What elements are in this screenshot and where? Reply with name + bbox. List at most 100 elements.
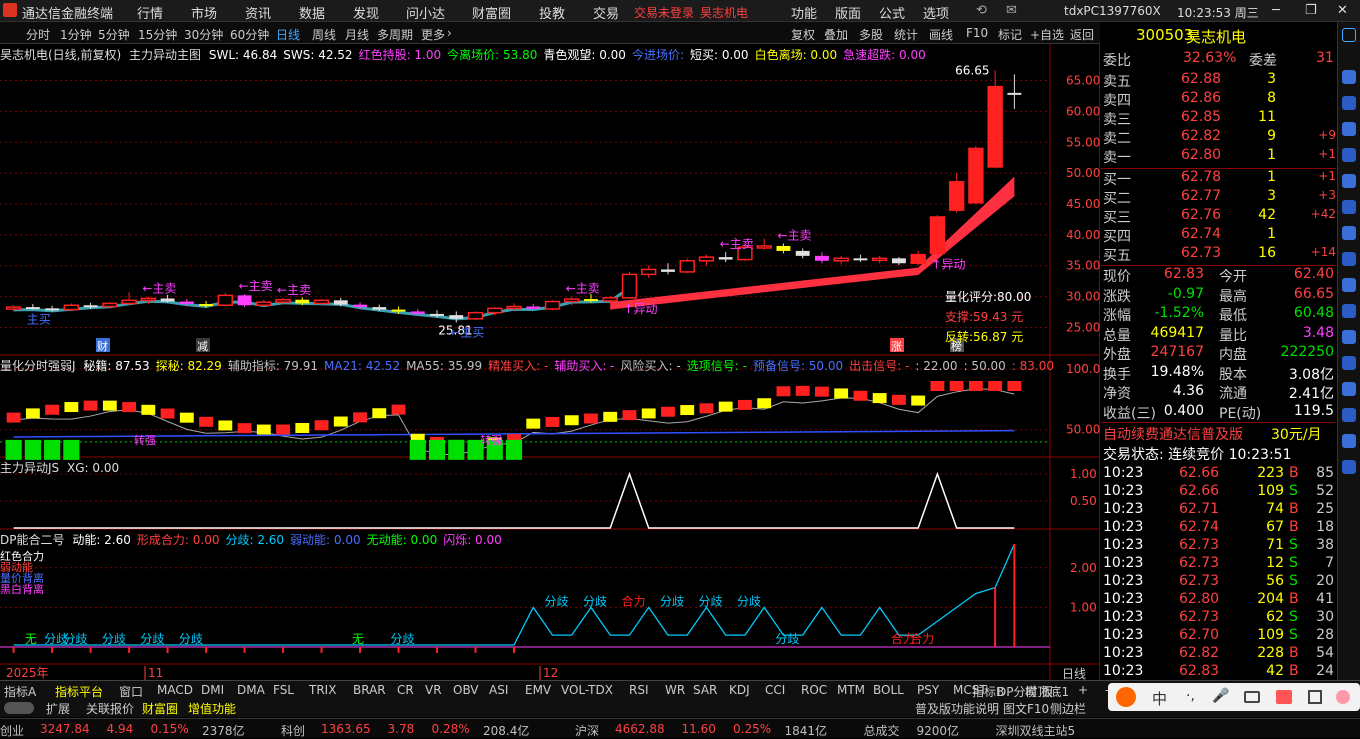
indicator-tab[interactable]: ASI xyxy=(489,683,508,697)
indicator-tab[interactable]: 窗口 xyxy=(119,683,143,700)
period-daily[interactable]: 日线 xyxy=(276,26,300,43)
sidebar-chart-icon[interactable] xyxy=(1342,122,1356,136)
ad-row[interactable]: 自动续费通达信普及版 30元/月 xyxy=(1101,424,1336,443)
menu-toujiao[interactable]: 投教 xyxy=(539,3,565,22)
menu-gongneng[interactable]: 功能 xyxy=(791,3,817,22)
minimize-icon[interactable]: ─ xyxy=(1272,3,1280,18)
indicator-tab[interactable]: 指标A xyxy=(4,683,36,700)
indicator-tab[interactable]: EMV xyxy=(525,683,551,697)
indicator-tab[interactable]: CR xyxy=(397,683,414,697)
bid-row[interactable]: 买一 62.78 1 +1 xyxy=(1101,169,1336,188)
ext-help[interactable]: 普及版功能说明 xyxy=(915,700,999,717)
ext-expand[interactable]: 扩展 xyxy=(46,700,70,717)
ime-mic-icon[interactable]: 🎤 xyxy=(1212,688,1229,704)
ime-hand-icon[interactable] xyxy=(1336,690,1350,704)
toggle-switch[interactable] xyxy=(4,702,34,714)
indicator-tab[interactable]: TRIX xyxy=(309,683,336,697)
bid-row[interactable]: 买四 62.74 1 xyxy=(1101,226,1336,245)
menu-banmian[interactable]: 版面 xyxy=(835,3,861,22)
indicator-tab[interactable]: FSL xyxy=(273,683,294,697)
menu-caifuquan[interactable]: 财富圈 xyxy=(472,3,511,22)
bid-row[interactable]: 买二 62.77 3 +3 xyxy=(1101,188,1336,207)
menu-hangqing[interactable]: 行情 xyxy=(137,3,163,22)
sidebar-calc-icon[interactable] xyxy=(1342,226,1356,240)
ext-f10[interactable]: 图文F10 xyxy=(1003,700,1049,717)
sidebar-line-icon[interactable] xyxy=(1342,330,1356,344)
ime-punct[interactable]: ·, xyxy=(1186,688,1195,704)
menu-wenxiaoda[interactable]: 问小达 xyxy=(406,3,445,22)
bid-row[interactable]: 买五 62.73 16 +14 xyxy=(1101,245,1336,264)
sidebar-grid-icon[interactable] xyxy=(1342,70,1356,84)
ime-keyboard-icon[interactable] xyxy=(1244,691,1260,703)
template-tab[interactable]: 指标B xyxy=(972,683,1004,700)
sidebar-news-icon[interactable] xyxy=(1342,174,1356,188)
ime-grid-icon[interactable] xyxy=(1308,690,1322,704)
indicator-tab[interactable]: RSI xyxy=(629,683,649,697)
menu-xuanxiang[interactable]: 选项 xyxy=(923,3,949,22)
indicator-tab[interactable]: BOLL xyxy=(873,683,904,697)
ext-sidebar[interactable]: 侧边栏 xyxy=(1050,700,1086,717)
indicator-tab[interactable]: ROC xyxy=(801,683,827,697)
period-5min[interactable]: 5分钟 xyxy=(98,26,130,43)
menu-zixun[interactable]: 资讯 xyxy=(245,3,271,22)
sidebar-copy-icon[interactable] xyxy=(1342,460,1356,474)
period-30min[interactable]: 30分钟 xyxy=(184,26,223,43)
indicator-tab[interactable]: 指标平台 xyxy=(55,683,103,700)
bid-row[interactable]: 买三 62.76 42 +42 xyxy=(1101,207,1336,226)
menu-shuju[interactable]: 数据 xyxy=(299,3,325,22)
sidebar-bar-icon[interactable] xyxy=(1342,304,1356,318)
chart-area[interactable]: 65.00 60.00 55.00 50.00 45.00 40.00 35.00 30.00… xyxy=(0,44,1100,684)
ask-row[interactable]: 卖四 62.86 8 xyxy=(1101,90,1336,109)
btn-tongji[interactable]: 统计 xyxy=(894,26,918,43)
menu-gongshi[interactable]: 公式 xyxy=(879,3,905,22)
indicator-tab[interactable]: MACD xyxy=(157,683,193,697)
ext-related-quote[interactable]: 关联报价 xyxy=(86,700,134,717)
indicator-tab[interactable]: BRAR xyxy=(353,683,386,697)
template-tab[interactable]: 模 板 xyxy=(1025,683,1053,700)
template-tab[interactable]: + xyxy=(1078,683,1088,697)
sidebar-chart2-icon[interactable] xyxy=(1342,252,1356,266)
indicator-tab[interactable]: DMI xyxy=(201,683,224,697)
sidebar-move-icon[interactable] xyxy=(1342,434,1356,448)
period-multi[interactable]: 多周期 xyxy=(377,26,413,43)
more-chevron-icon[interactable]: › xyxy=(447,26,452,40)
btn-fuquan[interactable]: 复权 xyxy=(791,26,815,43)
ext-value-added[interactable]: 增值功能 xyxy=(188,700,236,717)
trade-login-notice[interactable]: 交易未登录 xyxy=(634,4,694,21)
close-icon[interactable]: ✕ xyxy=(1337,3,1348,18)
indicator-tab[interactable]: VR xyxy=(425,683,442,697)
ask-row[interactable]: 卖一 62.80 1 +1 xyxy=(1101,147,1336,166)
sidebar-table-icon[interactable] xyxy=(1342,278,1356,292)
sidebar-rsi-icon[interactable] xyxy=(1342,382,1356,396)
period-monthly[interactable]: 月线 xyxy=(345,26,369,43)
indicator-tab[interactable]: CCI xyxy=(765,683,785,697)
btn-duogu[interactable]: 多股 xyxy=(859,26,883,43)
btn-f10[interactable]: F10 xyxy=(966,26,988,40)
ext-caifuquan[interactable]: 财富圈 xyxy=(142,700,178,717)
btn-biaoji[interactable]: 标记 xyxy=(998,26,1022,43)
indicator-tab[interactable]: SAR xyxy=(693,683,717,697)
restore-icon[interactable]: ❐ xyxy=(1305,3,1317,18)
period-15min[interactable]: 15分钟 xyxy=(138,26,177,43)
ad-price[interactable]: 30元/月 xyxy=(1271,424,1322,444)
period-60min[interactable]: 60分钟 xyxy=(230,26,269,43)
sidebar-search-icon[interactable] xyxy=(1342,200,1356,214)
ask-row[interactable]: 卖三 62.85 11 xyxy=(1101,109,1336,128)
mail-icon[interactable]: ✉ xyxy=(1006,3,1017,18)
ad-text[interactable]: 自动续费通达信普及版 xyxy=(1103,424,1243,444)
ime-logo-icon[interactable] xyxy=(1116,687,1136,707)
btn-diejia[interactable]: 叠加 xyxy=(824,26,848,43)
sidebar-k-icon[interactable] xyxy=(1342,356,1356,370)
menu-shichang[interactable]: 市场 xyxy=(191,3,217,22)
sidebar-doc-icon[interactable] xyxy=(1342,96,1356,110)
btn-zixuan[interactable]: +自选 xyxy=(1030,26,1064,43)
period-fenshi[interactable]: 分时 xyxy=(26,26,50,43)
ask-row[interactable]: 卖二 62.82 9 +9 xyxy=(1101,128,1336,147)
ime-mode[interactable]: 中 xyxy=(1152,688,1167,709)
btn-fanhui[interactable]: 返回 xyxy=(1070,26,1094,43)
ask-row[interactable]: 卖五 62.88 3 xyxy=(1101,71,1336,90)
back-icon[interactable]: ⟲ xyxy=(976,3,987,18)
indicator-tab[interactable]: WR xyxy=(665,683,685,697)
period-more[interactable]: 更多 xyxy=(421,26,445,43)
indicator-tab[interactable]: VOL-TDX xyxy=(561,683,613,697)
